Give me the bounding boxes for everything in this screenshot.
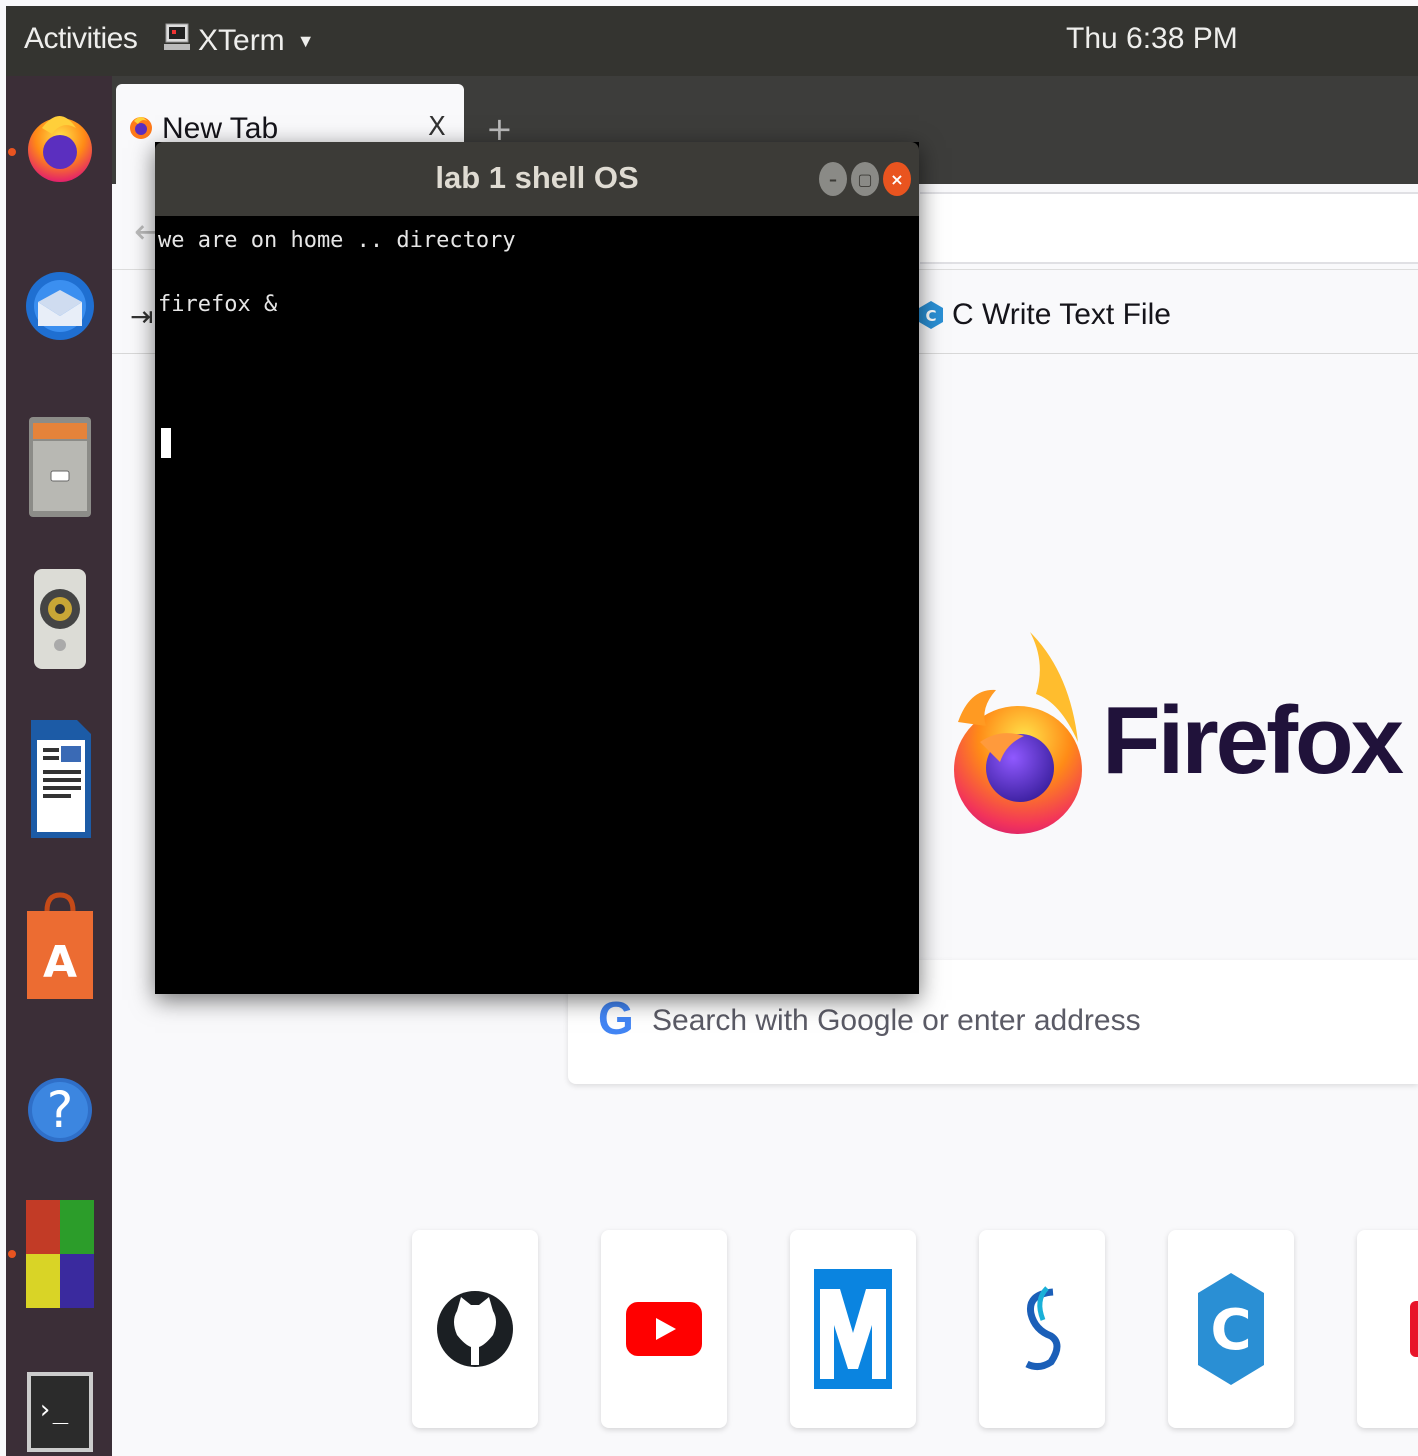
xterm-window[interactable]: lab 1 shell OS – ▢ × we are on home .. d… <box>155 142 919 994</box>
running-indicator <box>8 148 16 156</box>
url-bar[interactable] <box>920 192 1418 264</box>
firefox-icon <box>28 116 92 182</box>
top-site-s[interactable] <box>979 1230 1105 1428</box>
colored-blocks-icon <box>26 1200 94 1308</box>
firefox-icon <box>128 114 154 144</box>
dock-colored-app[interactable] <box>20 1200 100 1308</box>
dock-help[interactable]: ? <box>20 1070 100 1150</box>
bookmark-item[interactable]: C C Write Text File <box>918 298 1171 332</box>
app-menu-label: XTerm <box>198 24 285 57</box>
minimize-icon[interactable]: – <box>819 162 847 196</box>
dock-writer[interactable] <box>20 720 100 838</box>
google-icon: G <box>598 992 634 1051</box>
dock-rhythmbox[interactable] <box>20 569 100 669</box>
close-icon[interactable]: × <box>883 162 911 196</box>
maximize-icon[interactable]: ▢ <box>851 162 879 196</box>
running-indicator <box>8 1250 16 1258</box>
app-menu[interactable]: XTerm ▼ <box>164 22 315 60</box>
youtube-icon <box>626 1302 702 1356</box>
top-site-github[interactable] <box>412 1230 538 1428</box>
bookmark-label: C Write Text File <box>952 298 1171 331</box>
firefox-wordmark: Firefox <box>1102 687 1404 794</box>
top-site-youtube[interactable] <box>601 1230 727 1428</box>
top-bar: Activities XTerm ▼ Thu 6:38 PM <box>6 6 1418 76</box>
thunderbird-icon <box>26 272 94 340</box>
svg-text:?: ? <box>47 1081 74 1139</box>
top-site-red[interactable] <box>1357 1230 1418 1428</box>
terminal-cursor <box>161 428 171 458</box>
files-icon <box>29 417 91 517</box>
terminal-icon: ›_ <box>27 1372 93 1452</box>
s-logo-icon <box>1025 1286 1061 1371</box>
activities-button[interactable]: Activities <box>24 22 138 56</box>
dock-files[interactable] <box>20 417 100 517</box>
svg-text:C: C <box>1210 1298 1251 1363</box>
close-icon[interactable]: X <box>428 112 446 142</box>
software-bag-icon: A <box>27 892 93 999</box>
dock-firefox[interactable] <box>20 106 100 186</box>
speaker-icon <box>34 569 86 669</box>
svg-text:C: C <box>925 307 936 325</box>
chevron-down-icon: ▼ <box>296 30 315 51</box>
tab-title: New Tab <box>162 112 279 145</box>
terminal-output[interactable]: we are on home .. directory firefox & <box>158 222 916 988</box>
c-logo-icon: C <box>1198 1273 1264 1385</box>
search-placeholder: Search with Google or enter address <box>652 1004 1141 1037</box>
svg-text:›_: ›_ <box>37 1395 69 1425</box>
m-logo-icon <box>814 1269 892 1389</box>
help-icon: ? <box>28 1078 92 1142</box>
red-logo-icon <box>1410 1301 1418 1357</box>
terminal-line: we are on home .. directory <box>158 228 516 253</box>
firefox-logo-icon <box>950 632 1086 846</box>
github-icon <box>437 1291 513 1367</box>
svg-text:G: G <box>598 996 632 1040</box>
top-site-m[interactable] <box>790 1230 916 1428</box>
xterm-title-bar[interactable]: lab 1 shell OS – ▢ × <box>155 142 919 216</box>
window-title: lab 1 shell OS <box>435 160 639 195</box>
import-bookmarks-icon[interactable]: ⇥ <box>130 300 153 333</box>
writer-icon <box>31 720 91 838</box>
svg-text:A: A <box>43 937 77 988</box>
terminal-line: firefox & <box>158 292 278 317</box>
top-site-c[interactable]: C <box>1168 1230 1294 1428</box>
dock-thunderbird[interactable] <box>20 266 100 346</box>
xterm-app-icon <box>164 22 190 60</box>
clock[interactable]: Thu 6:38 PM <box>1066 22 1238 56</box>
dock-terminal[interactable]: ›_ <box>20 1372 100 1452</box>
desktop: Activities XTerm ▼ Thu 6:38 PM A ? ›_ Ne… <box>0 0 1418 1456</box>
c-logo-icon: C <box>919 301 943 329</box>
dock: A ? ›_ <box>6 76 112 1456</box>
dock-ubuntu-software[interactable]: A <box>20 892 100 999</box>
